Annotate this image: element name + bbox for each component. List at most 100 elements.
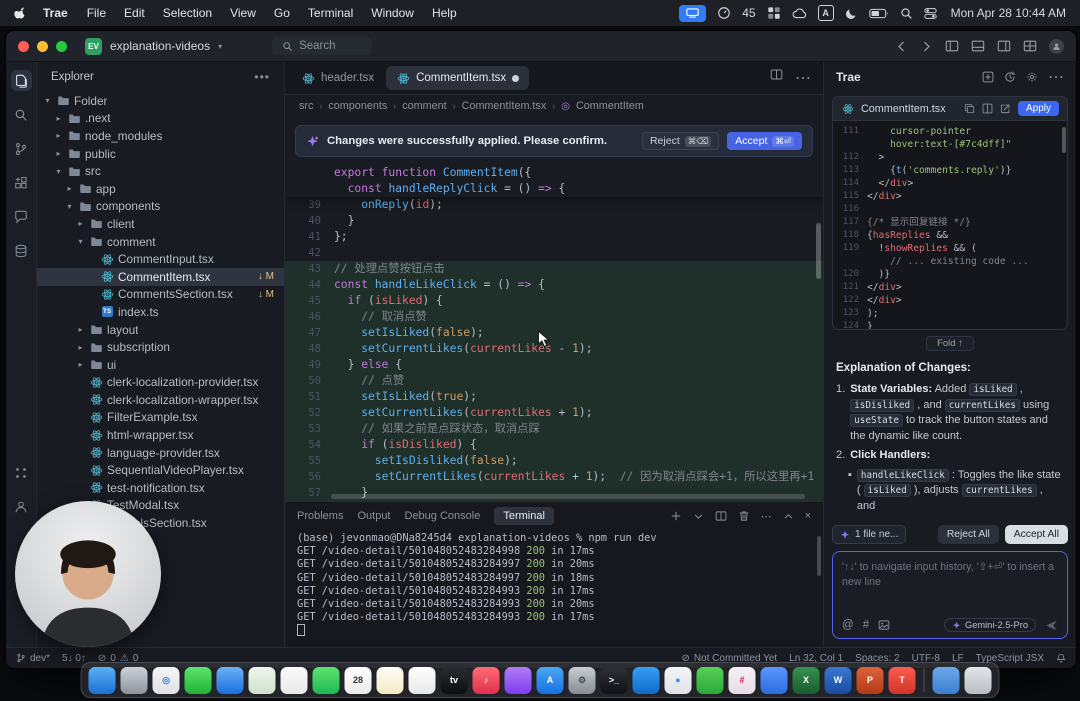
account-avatar[interactable]: [1049, 39, 1064, 54]
dock-app-zoom[interactable]: [761, 667, 788, 694]
fold-button[interactable]: Fold ↑: [926, 336, 974, 351]
tree-file-filterexample-tsx[interactable]: FilterExample.tsx: [37, 409, 284, 427]
accept-button[interactable]: Accept ⌘⏎: [727, 132, 802, 150]
tree-folder-subscription[interactable]: ▸subscription: [37, 338, 284, 356]
menu-item-window[interactable]: Window: [371, 6, 414, 20]
code-line[interactable]: 48 setCurrentLikes(currentLikes - 1);: [285, 341, 823, 357]
split-terminal-icon[interactable]: [715, 510, 727, 522]
tree-file-language-provider-tsx[interactable]: language-provider.tsx: [37, 444, 284, 462]
new-chat-icon[interactable]: [982, 71, 994, 83]
screen-mirroring-indicator[interactable]: [679, 5, 706, 22]
changed-file-card[interactable]: CommentItem.tsx Apply: [832, 96, 1068, 120]
menu-item-edit[interactable]: Edit: [124, 6, 145, 20]
code-line[interactable]: 40 }: [285, 213, 823, 229]
notifications-bell-icon[interactable]: [1056, 653, 1066, 663]
dock-app-finder[interactable]: [89, 667, 116, 694]
dock-app-trae[interactable]: T: [889, 667, 916, 694]
terminal-dropdown-icon[interactable]: [693, 511, 704, 522]
dock-app-system-settings[interactable]: ⚙: [569, 667, 596, 694]
menu-item-file[interactable]: File: [87, 6, 106, 20]
dock-app-photos[interactable]: [281, 667, 308, 694]
dock-app-slack[interactable]: #: [729, 667, 756, 694]
editor-vertical-scrollbar[interactable]: [816, 223, 821, 279]
dock-app-app-store[interactable]: A: [537, 667, 564, 694]
split-editor-icon[interactable]: [770, 68, 783, 81]
chat-code-block[interactable]: 111 cursor-pointer hover:text-[#7c4dff]"…: [832, 120, 1068, 330]
settings-gear-icon[interactable]: [1026, 71, 1038, 83]
code-line[interactable]: 54 if (isDisliked) {: [285, 437, 823, 453]
dock-app-word[interactable]: W: [825, 667, 852, 694]
tab-commentitem-tsx[interactable]: CommentItem.tsx: [386, 66, 529, 90]
tree-folder-next[interactable]: ▸.next: [37, 110, 284, 128]
menu-item-go[interactable]: Go: [274, 6, 290, 20]
dock-app-tv[interactable]: tv: [441, 667, 468, 694]
kill-terminal-icon[interactable]: [738, 510, 750, 522]
search-view-icon[interactable]: [11, 104, 32, 125]
code-line[interactable]: 51 setIsLiked(true);: [285, 389, 823, 405]
spotlight-icon[interactable]: [900, 7, 913, 20]
dock-app-powerpoint[interactable]: P: [857, 667, 884, 694]
tree-file-index-ts[interactable]: TSindex.ts: [37, 303, 284, 321]
menu-item-selection[interactable]: Selection: [163, 6, 212, 20]
terminal-tab-debug-console[interactable]: Debug Console: [405, 510, 481, 522]
toggle-sidebar-icon[interactable]: [945, 39, 959, 53]
toggle-right-sidebar-icon[interactable]: [997, 39, 1011, 53]
code-line[interactable]: 52 setCurrentLikes(currentLikes + 1);: [285, 405, 823, 421]
dock-app-wechat[interactable]: [697, 667, 724, 694]
input-source-icon[interactable]: A: [818, 5, 834, 21]
breadcrumb-item[interactable]: components: [328, 100, 387, 112]
breadcrumb-item[interactable]: src: [299, 100, 313, 112]
tree-folder-client[interactable]: ▸client: [37, 215, 284, 233]
menu-app-name[interactable]: Trae: [43, 6, 68, 20]
menu-item-terminal[interactable]: Terminal: [308, 6, 353, 20]
explorer-view-icon[interactable]: [11, 70, 32, 91]
tree-folder-public[interactable]: ▸public: [37, 145, 284, 163]
tab-header-tsx[interactable]: header.tsx: [291, 66, 384, 90]
global-search[interactable]: Search: [272, 37, 371, 55]
terminal-more-icon[interactable]: ⋯: [761, 510, 772, 523]
dock-app-maps[interactable]: [249, 667, 276, 694]
tree-file-commentssection-tsx[interactable]: CommentsSection.tsx↓ M: [37, 286, 284, 304]
focus-moon-icon[interactable]: [845, 7, 858, 20]
close-panel-icon[interactable]: ×: [805, 510, 811, 522]
menu-clock[interactable]: Mon Apr 28 10:44 AM: [951, 6, 1066, 20]
dock-app-launchpad[interactable]: [121, 667, 148, 694]
code-line[interactable]: 42: [285, 245, 823, 261]
apply-button[interactable]: Apply: [1018, 101, 1059, 116]
profile-icon[interactable]: [11, 496, 32, 517]
project-name[interactable]: explanation-videos: [110, 39, 210, 53]
zoom-window-button[interactable]: [56, 41, 67, 52]
dock-app-facetime[interactable]: [313, 667, 340, 694]
apps-grid-icon[interactable]: [11, 462, 32, 483]
code-line[interactable]: 44const handleLikeClick = () => {: [285, 277, 823, 293]
tree-folder-src[interactable]: ▾src: [37, 162, 284, 180]
mention-icon[interactable]: @: [842, 619, 854, 631]
extensions-icon[interactable]: [11, 172, 32, 193]
back-icon[interactable]: [895, 40, 908, 53]
more-actions-icon[interactable]: •••: [254, 70, 270, 84]
code-line[interactable]: 49 } else {: [285, 357, 823, 373]
tree-folder-comment[interactable]: ▾comment: [37, 233, 284, 251]
remote-explorer-icon[interactable]: [11, 240, 32, 261]
dock-app-chrome[interactable]: ●: [665, 667, 692, 694]
new-terminal-icon[interactable]: [670, 510, 682, 522]
code-line[interactable]: 41};: [285, 229, 823, 245]
menu-item-help[interactable]: Help: [432, 6, 457, 20]
dock-app-downloads[interactable]: [933, 667, 960, 694]
tree-folder-ui[interactable]: ▸ui: [37, 356, 284, 374]
terminal-scrollbar[interactable]: [817, 536, 821, 576]
webcam-overlay[interactable]: [15, 501, 161, 647]
chat-input-box[interactable]: '↑↓' to navigate input history, '⇧+⏎' to…: [832, 551, 1068, 639]
window-manager-icon[interactable]: [767, 6, 781, 20]
dock-app-calendar[interactable]: 28: [345, 667, 372, 694]
dock-app-reminders[interactable]: [409, 667, 436, 694]
open-file-icon[interactable]: [1000, 103, 1011, 114]
accept-all-button[interactable]: Accept All: [1005, 525, 1068, 544]
breadcrumb-item[interactable]: comment: [402, 100, 446, 112]
tree-folder-layout[interactable]: ▸layout: [37, 321, 284, 339]
chat-code-scrollbar[interactable]: [1062, 127, 1066, 153]
tree-file-commentinput-tsx[interactable]: CommentInput.tsx: [37, 250, 284, 268]
dock-app-messages[interactable]: [185, 667, 212, 694]
battery-icon[interactable]: [869, 8, 889, 19]
tree-file-clerk-localization-wrapper-tsx[interactable]: clerk-localization-wrapper.tsx: [37, 391, 284, 409]
